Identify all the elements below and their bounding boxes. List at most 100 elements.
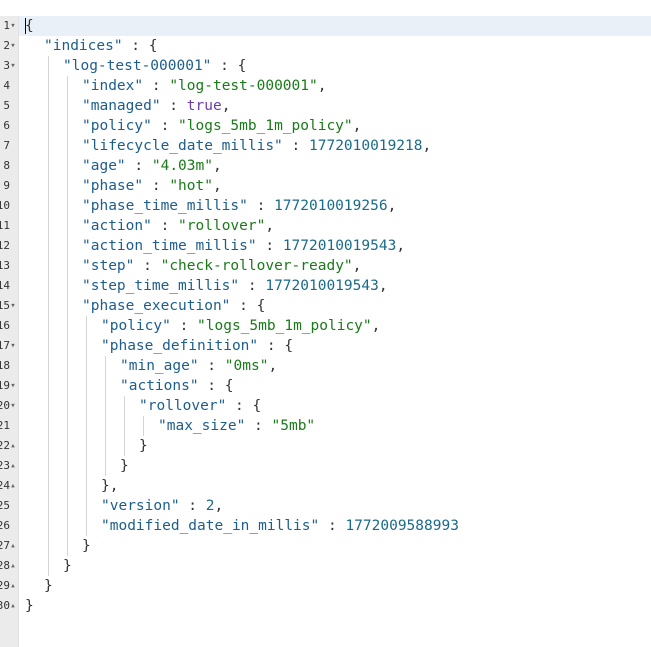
code-line[interactable]: "step" : "check-rollover-ready", (19, 256, 651, 276)
indent-guide (48, 556, 49, 576)
indent-guide (67, 316, 68, 336)
code-line[interactable]: } (19, 536, 651, 556)
json-key: "managed" (82, 98, 161, 114)
code-line[interactable]: "indices" : { (19, 36, 651, 56)
code-text: "lifecycle_date_millis" : 1772010019218, (82, 136, 431, 156)
indent-guide (67, 76, 68, 96)
indent-guide (48, 496, 49, 516)
code-text: "policy" : "logs_5mb_1m_policy", (101, 316, 380, 336)
indent-guide (48, 516, 49, 536)
json-punctuation: : (319, 518, 346, 534)
indent-guide (105, 456, 106, 476)
line-number-gutter: 1▾2▾3▾ 4 5 6 7 8 9 10 11 12 13 14 15▾ 16 17▾ 18 19▾20▾ 21… (0, 16, 19, 647)
code-line[interactable]: "max_size" : "5mb" (19, 416, 651, 436)
fold-close-icon[interactable]: ▴ (8, 436, 18, 456)
code-line[interactable]: "lifecycle_date_millis" : 1772010019218, (19, 136, 651, 156)
fold-open-icon[interactable]: ▾ (8, 56, 18, 76)
code-line[interactable]: "phase_time_millis" : 1772010019256, (19, 196, 651, 216)
code-line[interactable]: } (19, 436, 651, 456)
code-line[interactable]: "version" : 2, (19, 496, 651, 516)
json-string: "check-rollover-ready" (160, 258, 353, 274)
fold-open-icon[interactable]: ▾ (8, 36, 18, 56)
gutter-line: 29▴ (0, 576, 18, 596)
fold-close-icon[interactable]: ▴ (8, 556, 18, 576)
code-line[interactable]: "index" : "log-test-000001", (19, 76, 651, 96)
code-line[interactable]: } (19, 596, 651, 616)
json-punctuation: } (63, 558, 72, 574)
code-line[interactable]: { (19, 16, 651, 36)
code-line[interactable]: "phase_execution" : { (19, 296, 651, 316)
json-key: "phase" (82, 178, 144, 194)
code-line[interactable]: } (19, 456, 651, 476)
line-number: 8 (3, 159, 10, 172)
indent-guide (67, 476, 68, 496)
fold-open-icon[interactable]: ▾ (8, 336, 18, 356)
code-line[interactable]: "min_age" : "0ms", (19, 356, 651, 376)
gutter-line: 11 (0, 216, 18, 236)
code-line[interactable]: "action_time_millis" : 1772010019543, (19, 236, 651, 256)
json-string: "4.03m" (151, 158, 213, 174)
gutter-line: 22▴ (0, 436, 18, 456)
fold-close-icon[interactable]: ▴ (8, 476, 18, 496)
code-line[interactable]: } (19, 556, 651, 576)
line-number: 26 (0, 519, 10, 532)
json-key: "modified_date_in_millis" (101, 518, 320, 534)
code-line[interactable]: "action" : "rollover", (19, 216, 651, 236)
fold-open-icon[interactable]: ▾ (8, 296, 18, 316)
code-line[interactable]: "phase_definition" : { (19, 336, 651, 356)
indent-guide (48, 376, 49, 396)
editor-top-strip (0, 0, 651, 16)
indent-guide (67, 356, 68, 376)
json-string: "logs_5mb_1m_policy" (197, 318, 372, 334)
json-key: "action" (82, 218, 152, 234)
indent-guide (48, 236, 49, 256)
fold-open-icon[interactable]: ▾ (8, 396, 18, 416)
gutter-line: 4 (0, 76, 18, 96)
fold-open-icon[interactable]: ▾ (8, 376, 18, 396)
json-punctuation: , (212, 178, 222, 194)
json-response-editor[interactable]: 1▾2▾3▾456789101112131415▾1617▾1819▾20▾21… (0, 0, 651, 647)
fold-close-icon[interactable]: ▴ (8, 576, 18, 596)
code-line[interactable]: "managed" : true, (19, 96, 651, 116)
code-line[interactable]: "actions" : { (19, 376, 651, 396)
code-line[interactable]: }, (19, 476, 651, 496)
code-line[interactable]: "step_time_millis" : 1772010019543, (19, 276, 651, 296)
fold-open-icon[interactable]: ▾ (8, 16, 18, 36)
json-string: "log-test-000001" (169, 78, 318, 94)
indent-guide (124, 416, 125, 436)
gutter-line: 7 (0, 136, 18, 156)
gutter-line: 15▾ (0, 296, 18, 316)
code-content[interactable]: {"indices" : {"log-test-000001" : {"inde… (19, 16, 651, 647)
indent-guide (67, 136, 68, 156)
indent-guide (48, 316, 49, 336)
json-punctuation: : (282, 138, 309, 154)
code-text: } (25, 596, 34, 616)
fold-close-icon[interactable]: ▴ (8, 596, 18, 616)
indent-guide (86, 476, 87, 496)
fold-close-icon[interactable]: ▴ (8, 456, 18, 476)
gutter-line: 14 (0, 276, 18, 296)
indent-guide (67, 116, 68, 136)
code-line[interactable]: "modified_date_in_millis" : 177200958899… (19, 516, 651, 536)
code-line[interactable]: "phase" : "hot", (19, 176, 651, 196)
json-punctuation: : (143, 78, 170, 94)
gutter-line: 10 (0, 196, 18, 216)
json-punctuation: , (212, 158, 222, 174)
code-line[interactable]: "age" : "4.03m", (19, 156, 651, 176)
indent-guide (48, 56, 49, 76)
code-text: } (82, 536, 91, 556)
code-line[interactable]: } (19, 576, 651, 596)
json-punctuation: , (352, 258, 362, 274)
fold-close-icon[interactable]: ▴ (8, 536, 18, 556)
indent-guide (67, 436, 68, 456)
json-punctuation: , (265, 218, 275, 234)
code-line[interactable]: "policy" : "logs_5mb_1m_policy", (19, 316, 651, 336)
json-number: 1772010019543 (282, 238, 397, 254)
indent-guide (67, 496, 68, 516)
code-line[interactable]: "rollover" : { (19, 396, 651, 416)
indent-guide (48, 436, 49, 456)
code-line[interactable]: "log-test-000001" : { (19, 56, 651, 76)
indent-guide (48, 276, 49, 296)
code-line[interactable]: "policy" : "logs_5mb_1m_policy", (19, 116, 651, 136)
gutter-line: 16 (0, 316, 18, 336)
